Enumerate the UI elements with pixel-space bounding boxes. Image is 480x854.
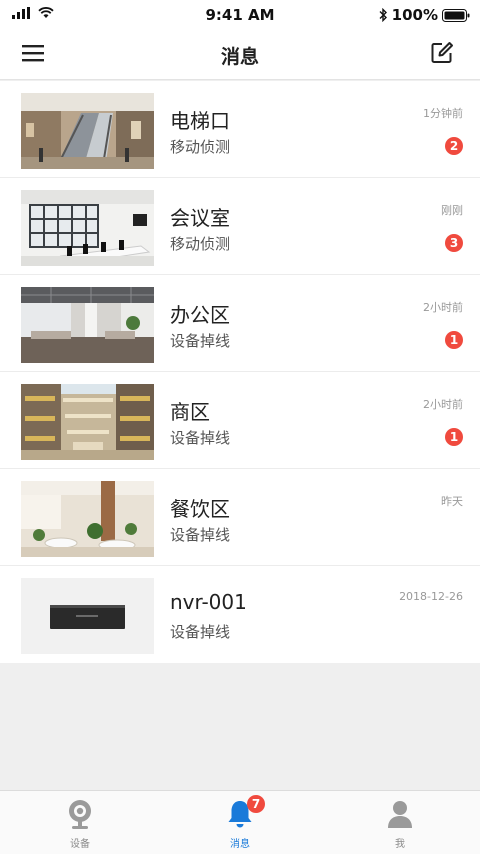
camera-thumbnail-mall [21, 384, 154, 460]
message-subtitle: 设备掉线 [170, 332, 231, 350]
message-time: 刚刚 [441, 204, 463, 217]
message-title: 商区 [170, 400, 210, 424]
camera-thumbnail-office [21, 287, 154, 363]
message-title: nvr-001 [170, 590, 247, 614]
message-subtitle: 设备掉线 [170, 623, 231, 641]
tab-label: 设备 [70, 839, 90, 850]
message-time: 2小时前 [423, 301, 463, 314]
tab-label: 我 [395, 839, 405, 850]
message-subtitle: 设备掉线 [170, 429, 231, 447]
message-subtitle: 移动侦测 [170, 138, 231, 156]
message-item[interactable]: 商区 设备掉线 2小时前 1 [0, 372, 480, 469]
person-icon [388, 801, 412, 828]
unread-badge: 1 [445, 428, 463, 446]
message-time: 1分钟前 [423, 107, 463, 120]
message-title: 会议室 [170, 206, 230, 230]
tab-bar: 设备 7 消息 我 [0, 790, 480, 854]
tab-unread-badge: 7 [247, 795, 265, 813]
unread-badge: 2 [445, 137, 463, 155]
edit-button[interactable] [430, 41, 458, 69]
camera-thumbnail-restaurant [21, 481, 154, 557]
message-item[interactable]: nvr-001 设备掉线 2018-12-26 [0, 566, 480, 663]
message-title: 餐饮区 [170, 497, 230, 521]
unread-badge: 1 [445, 331, 463, 349]
battery-percent: 100% [391, 6, 438, 24]
tab-me[interactable]: 我 [320, 791, 480, 854]
message-time: 2小时前 [423, 398, 463, 411]
message-title: 办公区 [170, 303, 230, 327]
status-bar: 9:41 AM 100% [0, 0, 480, 30]
tab-devices[interactable]: 设备 [0, 791, 160, 854]
message-item[interactable]: 餐饮区 设备掉线 昨天 [0, 469, 480, 566]
unread-badge: 3 [445, 234, 463, 252]
tab-label: 消息 [230, 839, 250, 850]
message-subtitle: 移动侦测 [170, 235, 231, 253]
message-title: 电梯口 [170, 109, 230, 133]
status-right-group: 100% [379, 6, 470, 24]
message-item[interactable]: 会议室 移动侦测 刚刚 3 [0, 178, 480, 275]
message-time: 2018-12-26 [399, 590, 463, 603]
tab-messages[interactable]: 7 消息 [160, 791, 320, 854]
message-time: 昨天 [441, 495, 463, 508]
message-item[interactable]: 电梯口 移动侦测 1分钟前 2 [0, 81, 480, 178]
camera-thumbnail-escalator [21, 93, 154, 169]
message-subtitle: 设备掉线 [170, 526, 231, 544]
message-list: 电梯口 移动侦测 1分钟前 2 会议室 移动侦测 刚刚 3 办公区 设备掉线 2… [0, 81, 480, 663]
navigation-bar: 消息 [0, 30, 480, 80]
edit-icon [431, 42, 453, 63]
device-thumbnail-nvr [21, 578, 154, 654]
camera-thumbnail-meeting-room [21, 190, 154, 266]
message-item[interactable]: 办公区 设备掉线 2小时前 1 [0, 275, 480, 372]
camera-icon [69, 800, 91, 829]
bluetooth-icon [379, 8, 387, 22]
battery-icon [442, 8, 470, 22]
page-title: 消息 [220, 46, 259, 68]
